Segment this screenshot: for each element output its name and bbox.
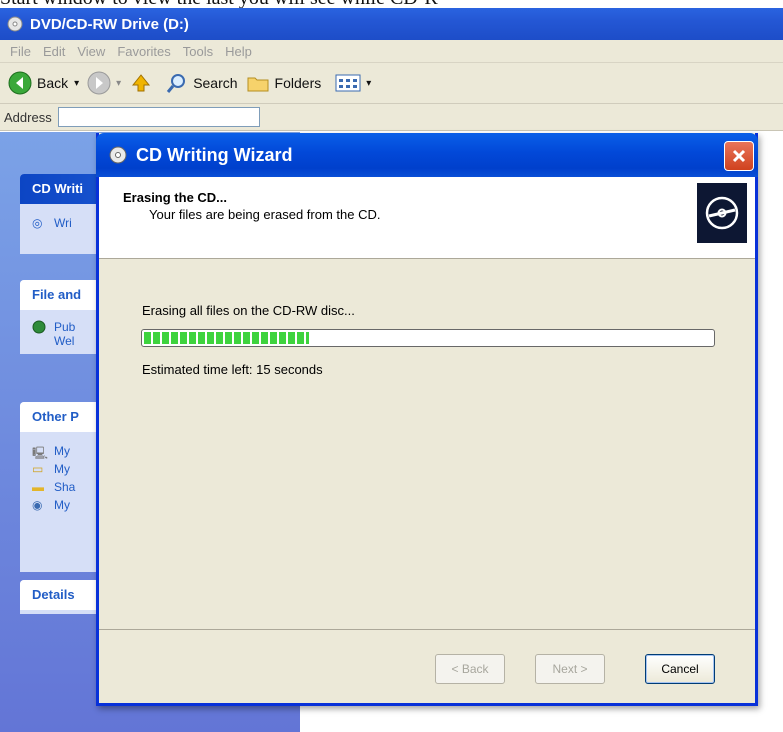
wizard-body: Erasing all files on the CD-RW disc... E… bbox=[99, 259, 755, 629]
explorer-title-bar: DVD/CD-RW Drive (D:) bbox=[0, 8, 783, 40]
wizard-step-subtitle: Your files are being erased from the CD. bbox=[149, 207, 381, 222]
estimated-time-left: Estimated time left: 15 seconds bbox=[142, 362, 323, 377]
progress-fill bbox=[144, 332, 309, 344]
documents-icon: ▭ bbox=[32, 462, 44, 476]
views-icon bbox=[335, 74, 361, 92]
back-arrow-icon bbox=[8, 71, 32, 95]
views-dropdown-icon[interactable]: ▾ bbox=[366, 78, 371, 89]
forward-button[interactable]: ▾ bbox=[87, 71, 121, 95]
cd-writing-icon bbox=[109, 146, 127, 164]
menu-file[interactable]: File bbox=[10, 44, 31, 59]
up-folder-icon bbox=[132, 74, 151, 92]
wizard-footer: < Back Next > Cancel bbox=[99, 629, 755, 704]
next-button[interactable]: Next > bbox=[535, 654, 605, 684]
wizard-step-title: Erasing the CD... bbox=[123, 190, 228, 205]
menu-edit[interactable]: Edit bbox=[43, 44, 65, 59]
search-label: Search bbox=[193, 75, 238, 91]
wizard-title: CD Writing Wizard bbox=[136, 144, 293, 165]
erase-progress-bar bbox=[141, 329, 715, 347]
wizard-title-bar[interactable]: CD Writing Wizard bbox=[96, 133, 758, 177]
menu-tools[interactable]: Tools bbox=[183, 44, 213, 59]
wizard-header: Erasing the CD... Your files are being e… bbox=[99, 177, 755, 259]
write-files-label: Wri bbox=[54, 216, 72, 230]
publish-label: Pub bbox=[54, 320, 76, 334]
other-place-2-label: My bbox=[54, 462, 70, 476]
other-place-3-label: Sha bbox=[54, 480, 76, 494]
close-button[interactable] bbox=[724, 141, 754, 171]
erase-disc-icon bbox=[705, 196, 739, 230]
cd-writing-wizard-dialog: CD Writing Wizard Erasing the CD... Your… bbox=[96, 133, 758, 706]
search-button[interactable]: Search bbox=[166, 72, 238, 94]
back-button[interactable]: Back ▾ bbox=[8, 71, 79, 95]
cancel-button[interactable]: Cancel bbox=[645, 654, 715, 684]
shared-folder-icon: ▬ bbox=[32, 480, 44, 494]
views-button[interactable]: ▾ bbox=[335, 72, 371, 94]
folders-icon bbox=[247, 77, 269, 92]
address-field[interactable] bbox=[57, 107, 260, 127]
publish-web-label: Pub Wel bbox=[54, 320, 75, 348]
cd-drive-icon bbox=[7, 16, 23, 32]
back-label: Back bbox=[37, 75, 69, 91]
menu-view[interactable]: View bbox=[77, 44, 105, 59]
close-icon bbox=[732, 149, 746, 163]
other-place-4-label: My bbox=[54, 498, 70, 512]
folders-label: Folders bbox=[274, 75, 322, 91]
up-folder-button[interactable] bbox=[129, 71, 158, 95]
menu-favorites[interactable]: Favorites bbox=[117, 44, 170, 59]
folders-button[interactable]: Folders bbox=[246, 72, 322, 94]
toolbar: Back ▾ ▾ Search Folders ▾ bbox=[0, 63, 783, 104]
computer-icon: 🖳 bbox=[32, 446, 49, 460]
caption-text: Start window to view the last you will s… bbox=[0, 0, 783, 8]
globe-icon bbox=[32, 320, 46, 334]
back-dropdown-icon[interactable]: ▾ bbox=[74, 78, 79, 89]
menu-bar: File Edit View Favorites Tools Help bbox=[0, 40, 783, 63]
address-bar: Address bbox=[0, 104, 783, 131]
network-icon: ◉ bbox=[32, 498, 43, 512]
back-button-wizard[interactable]: < Back bbox=[435, 654, 505, 684]
address-label: Address bbox=[4, 109, 52, 125]
forward-dropdown-icon[interactable]: ▾ bbox=[116, 78, 121, 89]
erase-cd-image bbox=[697, 183, 747, 243]
cd-icon: ◎ bbox=[32, 216, 43, 230]
other-place-1-label: My bbox=[54, 444, 70, 458]
menu-help[interactable]: Help bbox=[225, 44, 252, 59]
erase-status-text: Erasing all files on the CD-RW disc... bbox=[142, 303, 355, 318]
search-icon bbox=[167, 74, 186, 93]
forward-arrow-icon bbox=[87, 71, 111, 95]
web-label: Wel bbox=[54, 334, 75, 348]
explorer-title: DVD/CD-RW Drive (D:) bbox=[30, 15, 189, 33]
